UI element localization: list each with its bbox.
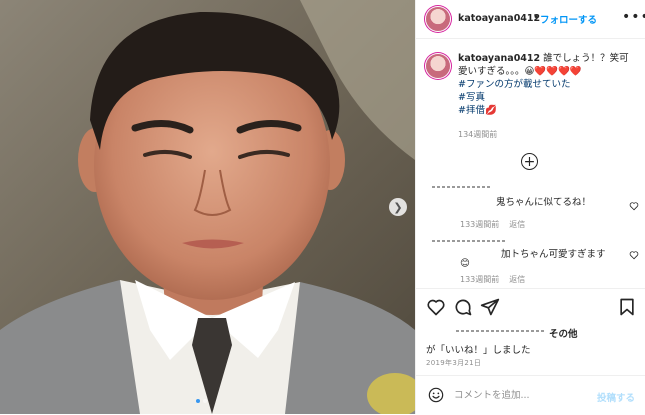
emoji-icon[interactable]: [428, 387, 444, 403]
likes-text: が「いいね！」しました: [426, 345, 531, 356]
share-paper-plane-icon[interactable]: [480, 297, 500, 317]
redacted-liker: [456, 330, 544, 332]
carousel-dot-active: [196, 399, 200, 403]
avatar[interactable]: [426, 7, 450, 31]
hashtag-link[interactable]: #写真: [458, 91, 638, 104]
hashtag-link[interactable]: #ファンの方が載せていた: [458, 78, 638, 91]
comment-time: 133週間前: [460, 220, 500, 229]
comment-meta: 133週間前 返信: [460, 274, 525, 285]
bookmark-icon[interactable]: [617, 297, 637, 317]
carousel-dot: [203, 399, 207, 403]
more-options-icon[interactable]: •••: [622, 9, 645, 25]
comment-text: 加トちゃん可愛すぎます: [501, 249, 606, 260]
post-comment-button[interactable]: 投稿する: [597, 390, 635, 404]
post-header: katoayana0412 • フォローする •••: [416, 0, 645, 39]
reply-button[interactable]: 返信: [509, 275, 525, 284]
like-comment-heart-icon[interactable]: [629, 250, 639, 260]
chevron-right-icon: ❯: [393, 200, 403, 214]
post-side-panel: katoayana0412 • フォローする ••• katoayana0412…: [415, 0, 645, 414]
add-comment-bar: 投稿する: [416, 375, 645, 415]
caption-time: 134週間前: [458, 130, 498, 139]
comment-time: 133週間前: [460, 275, 500, 284]
portrait-illustration: [0, 0, 415, 414]
comment-emoji: 😊: [460, 258, 470, 269]
redacted-username: [432, 240, 507, 242]
hashtag-link[interactable]: #拝借💋: [458, 104, 638, 117]
comment-bubble-icon[interactable]: [453, 297, 473, 317]
username-link[interactable]: katoayana0412: [458, 13, 540, 24]
load-more-comments-button[interactable]: +: [521, 153, 538, 170]
like-heart-icon[interactable]: [426, 297, 446, 317]
comment-meta: 133週間前 返信: [460, 219, 525, 230]
caption-username[interactable]: katoayana0412: [458, 53, 540, 64]
carousel-next-button[interactable]: ❯: [389, 198, 407, 216]
caption-text: katoayana0412 誰でしょう！？笑可愛いすぎる。。。😀❤️❤️❤️❤️ …: [458, 52, 638, 117]
action-bar: [416, 288, 645, 325]
like-comment-heart-icon[interactable]: [629, 201, 639, 211]
redacted-username: [432, 186, 492, 188]
post-date: 2019年3月21日: [426, 359, 482, 367]
instagram-post-view: ❯ katoayana0412 • フォローする ••• katoayana04…: [0, 0, 645, 414]
header-separator: •: [533, 12, 539, 23]
post-photo[interactable]: ❯: [0, 0, 415, 414]
caption-avatar[interactable]: [426, 54, 450, 78]
comment-input[interactable]: [454, 386, 594, 404]
reply-button[interactable]: 返信: [509, 220, 525, 229]
comment-text: 鬼ちゃんに似てるね！: [496, 197, 592, 208]
follow-button[interactable]: フォローする: [540, 12, 597, 26]
carousel-indicator: [196, 399, 207, 403]
likes-others-link[interactable]: その他: [549, 326, 578, 340]
